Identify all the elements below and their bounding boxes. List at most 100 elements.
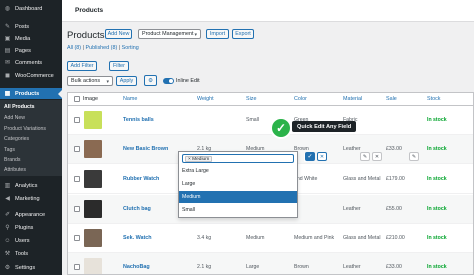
product-name-link[interactable]: Sek. Watch <box>123 235 152 241</box>
settings-gear-button[interactable]: ⚙ <box>144 75 157 86</box>
pencil-icon: ✎ <box>362 153 368 160</box>
product-name-link[interactable]: Clutch bag <box>123 206 151 212</box>
product-name-link[interactable]: New Basic Brown <box>123 146 168 152</box>
col-material[interactable]: Material <box>343 96 362 102</box>
sale-cell: £210.00 <box>386 235 405 241</box>
dropdown-option[interactable]: Medium <box>179 191 297 203</box>
sale-cell: £33.00 <box>386 264 402 270</box>
sidebar-item-pages[interactable]: ▤ Pages <box>0 45 62 56</box>
dropdown-option[interactable]: Extra Large <box>179 165 297 177</box>
edit-stock-button[interactable]: ✎ <box>409 152 419 161</box>
submenu-item-brands[interactable]: Brands <box>4 157 20 163</box>
filter-button[interactable]: Filter <box>109 61 129 71</box>
page-icon: ▤ <box>4 48 11 54</box>
material-cell: Glass and Metal <box>343 235 381 241</box>
row-checkbox[interactable] <box>74 146 80 152</box>
col-size[interactable]: Size <box>246 96 257 102</box>
inline-edit-toggle[interactable] <box>163 78 174 84</box>
top-header: Products <box>62 0 474 22</box>
selected-tag[interactable]: × Medium <box>185 156 213 162</box>
media-icon: ▣ <box>4 36 11 42</box>
view-select-value: Product Management <box>142 31 194 37</box>
sidebar-item-woocommerce[interactable]: ◼ WooCommerce <box>0 70 62 81</box>
sidebar-item-users[interactable]: ☺ Users <box>0 235 62 246</box>
sale-cell: £33.00 <box>386 146 402 152</box>
chevron-down-icon: ▾ <box>194 32 197 38</box>
users-icon: ☺ <box>4 237 11 244</box>
stock-status: In stock <box>427 206 447 212</box>
sidebar-item-marketing[interactable]: ◀ Marketing <box>0 193 62 204</box>
col-sale[interactable]: Sale <box>386 96 397 102</box>
row-checkbox[interactable] <box>74 206 80 212</box>
stock-status: In stock <box>427 146 447 152</box>
product-name-link[interactable]: NachoBag <box>123 264 150 270</box>
sidebar-item-settings[interactable]: ⚙ Settings <box>0 262 62 273</box>
settings-icon: ⚙ <box>4 265 11 271</box>
stock-status: In stock <box>427 117 447 123</box>
row-checkbox[interactable] <box>74 264 80 270</box>
submenu-item-categories[interactable]: Categories <box>4 136 29 142</box>
analytics-icon: ▥ <box>4 183 11 189</box>
sale-cell: £179.00 <box>386 176 405 182</box>
col-weight[interactable]: Weight <box>197 96 214 102</box>
sidebar-item-label: Pages <box>15 47 31 54</box>
import-button[interactable]: Import <box>206 29 229 39</box>
submenu-item-add-new[interactable]: Add New <box>4 115 25 121</box>
size-search-input[interactable]: × Medium <box>182 154 294 163</box>
woo-icon: ◼ <box>5 73 10 79</box>
clear-field-button[interactable]: ✕ <box>372 152 382 161</box>
sidebar-item-media[interactable]: ▣ Media <box>0 33 62 44</box>
export-button[interactable]: Export <box>232 29 254 39</box>
row-checkbox[interactable] <box>74 117 80 123</box>
product-thumbnail <box>84 111 102 129</box>
col-stock[interactable]: Stock <box>427 96 440 102</box>
quick-edit-callout: Quick Edit Any Field <box>292 121 357 132</box>
sidebar-item-posts[interactable]: ✎ Posts <box>0 21 62 32</box>
select-all-checkbox[interactable] <box>74 96 80 102</box>
table-header: Image Name Weight Size Color Material Sa… <box>68 93 473 106</box>
sidebar-item-appearance[interactable]: ✐ Appearance <box>0 209 62 220</box>
row-checkbox[interactable] <box>74 176 80 182</box>
filter-all-link[interactable]: All (8) <box>67 45 81 51</box>
confirm-edit-button[interactable]: ✓ <box>305 152 315 161</box>
cancel-edit-button[interactable]: ✕ <box>317 152 327 161</box>
row-checkbox[interactable] <box>74 235 80 241</box>
stock-status: In stock <box>427 264 447 270</box>
admin-sidebar: ◍ Dashboard ✎ Posts ▣ Media ▤ Pages ✉ Comments ◼ Wo… <box>0 0 62 275</box>
bulk-actions-value: Bulk actions <box>71 78 101 84</box>
sidebar-item-products[interactable]: ▦ Products <box>0 88 62 99</box>
submenu-item-tags[interactable]: Tags <box>4 147 15 153</box>
submenu-item-product-variations[interactable]: Product Variations <box>4 126 46 132</box>
sorting-link[interactable]: Sorting <box>122 45 139 51</box>
dropdown-option[interactable]: Large <box>179 178 297 190</box>
product-name-link[interactable]: Rubber Watch <box>123 176 159 182</box>
status-filter-links: All (8) | Published (8) | Sorting <box>67 45 139 51</box>
add-new-button[interactable]: Add New <box>105 29 132 39</box>
filter-published-link[interactable]: Published (8) <box>85 45 117 51</box>
col-name[interactable]: Name <box>123 96 137 102</box>
sidebar-item-label: Plugins <box>15 224 34 231</box>
dropdown-option[interactable]: Small <box>179 204 297 216</box>
color-cell: Medium and Pink <box>294 235 335 241</box>
toggle-knob <box>169 79 173 83</box>
weight-cell: 3.4 kg <box>197 235 212 241</box>
sidebar-item-comments[interactable]: ✉ Comments <box>0 57 62 68</box>
sidebar-item-plugins[interactable]: ⚲ Plugins <box>0 222 62 233</box>
submenu-item-all-products[interactable]: All Products <box>4 104 35 110</box>
col-color[interactable]: Color <box>294 96 307 102</box>
view-select[interactable]: Product Management ▾ <box>138 29 201 39</box>
products-icon: ▦ <box>4 91 11 97</box>
apply-button[interactable]: Apply <box>116 76 137 86</box>
add-filter-button[interactable]: Add Filter <box>67 61 97 71</box>
sidebar-item-tools[interactable]: ⚒ Tools <box>0 248 62 259</box>
submenu-item-attributes[interactable]: Attributes <box>4 167 26 173</box>
edit-pencil-button[interactable]: ✎ <box>360 152 370 161</box>
sidebar-item-dashboard[interactable]: ◍ Dashboard <box>0 3 62 14</box>
tools-icon: ⚒ <box>4 251 11 257</box>
bulk-actions-select[interactable]: Bulk actions ▾ <box>67 76 113 86</box>
size-cell: Medium <box>246 235 265 241</box>
products-submenu: All Products Add New Product Variations Cat… <box>0 100 62 176</box>
stock-status: In stock <box>427 235 447 241</box>
product-name-link[interactable]: Tennis balls <box>123 117 154 123</box>
sidebar-item-analytics[interactable]: ▥ Analytics <box>0 180 62 191</box>
